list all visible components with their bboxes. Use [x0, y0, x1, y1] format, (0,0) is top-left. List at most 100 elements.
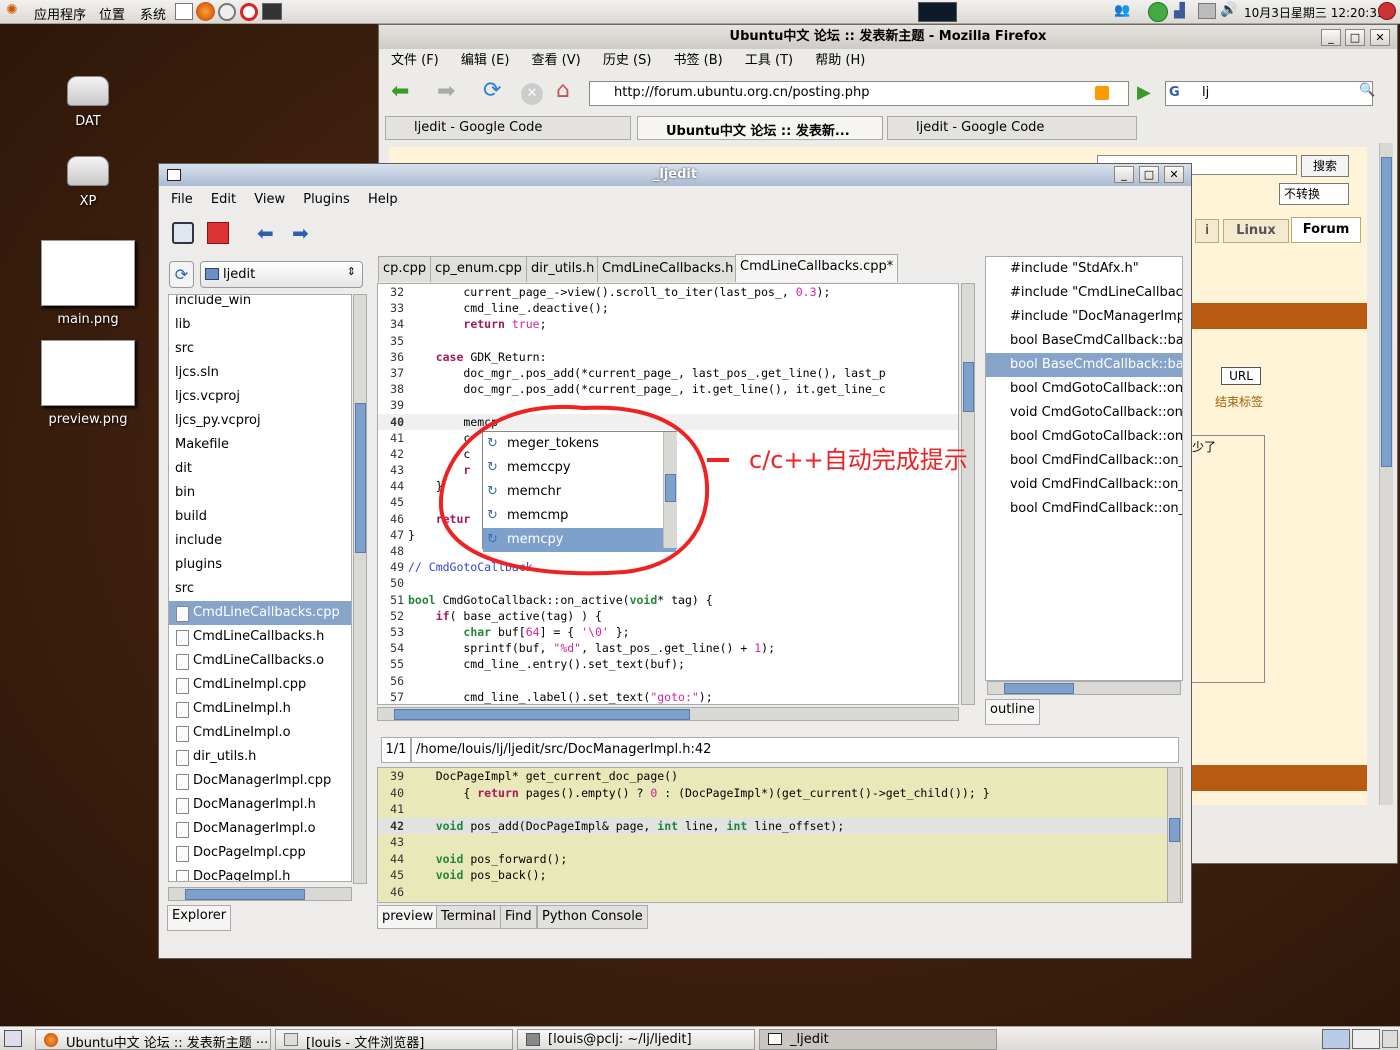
outline-item[interactable]: #include "DocManagerImpl	[986, 305, 1182, 329]
preview-scrollbar[interactable]	[1167, 767, 1181, 903]
taskbar-ljedit[interactable]: _ljedit	[759, 1029, 997, 1050]
minimize-button[interactable]: _	[1114, 166, 1134, 183]
ff-tab-1[interactable]: ljedit - Google Code	[385, 116, 631, 140]
ff-menu-view[interactable]: 查看 (V)	[532, 53, 581, 68]
outline-hscrollbar[interactable]	[987, 681, 1181, 695]
taskbar-terminal[interactable]: [louis@pclj: ~/lj/ljedit]	[517, 1029, 755, 1050]
editor-tab-cmdlinecallbacks-cpp[interactable]: CmdLineCallbacks.cpp*	[735, 254, 899, 282]
clock-launcher-icon[interactable]	[218, 3, 236, 21]
tree-folder-item[interactable]: ljcs.sln	[169, 361, 351, 385]
outline-item[interactable]: bool BaseCmdCallback::bas	[986, 353, 1182, 377]
tree-folder-item[interactable]: src	[169, 577, 351, 601]
tree-file-item[interactable]: CmdLineCallbacks.h	[169, 625, 351, 649]
print-icon[interactable]	[172, 222, 194, 244]
tab-preview[interactable]: preview	[377, 905, 439, 929]
show-desktop-icon[interactable]	[4, 1030, 22, 1047]
outline-item[interactable]: void CmdFindCallback::on_k	[986, 473, 1182, 497]
close-button[interactable]: ✕	[1370, 29, 1390, 46]
outline-item[interactable]: void CmdGotoCallback::on_	[986, 401, 1182, 425]
taskbar-firefox[interactable]: Ubuntu中文 论坛 :: 发表新主题 ···	[35, 1029, 271, 1050]
maximize-button[interactable]: □	[1139, 166, 1159, 183]
menu-help[interactable]: Help	[368, 192, 398, 207]
user-icon[interactable]: 👥	[1114, 3, 1130, 18]
taskbar-file-browser[interactable]: [louis - 文件浏览器]	[275, 1029, 513, 1050]
forum-nav-tab-linux[interactable]: Linux	[1223, 219, 1289, 243]
tree-folder-item[interactable]: plugins	[169, 553, 351, 577]
menu-plugins[interactable]: Plugins	[303, 192, 350, 207]
url-input[interactable]: http://forum.ubuntu.org.cn/posting.php	[589, 81, 1129, 106]
google-icon[interactable]: G	[1169, 85, 1180, 100]
scroll-thumb[interactable]	[1004, 683, 1074, 694]
desktop-icon-preview-png[interactable]: preview.png	[38, 340, 138, 427]
maximize-button[interactable]: □	[1345, 29, 1365, 46]
menu-system[interactable]: 系统	[140, 4, 166, 23]
tree-vscrollbar[interactable]	[353, 294, 367, 884]
post-textarea[interactable]: 少了	[1189, 435, 1265, 683]
tree-folder-item[interactable]: lib	[169, 313, 351, 337]
tree-folder-item[interactable]: ljcs.vcproj	[169, 385, 351, 409]
menu-edit[interactable]: Edit	[211, 192, 236, 207]
convert-select[interactable]: 不转换	[1279, 183, 1349, 205]
shutdown-icon[interactable]	[1378, 2, 1396, 20]
explorer-root-combo[interactable]: ljedit ⇕	[200, 261, 363, 288]
help-launcher-icon[interactable]	[240, 3, 258, 21]
outline-item[interactable]: bool CmdFindCallback::on_a	[986, 449, 1182, 473]
workspace-1[interactable]	[1322, 1029, 1350, 1049]
system-monitor-icon[interactable]	[918, 2, 957, 22]
ff-menu-help[interactable]: 帮助 (H)	[815, 53, 865, 68]
ubuntu-logo-icon[interactable]: ✺	[6, 2, 18, 18]
desktop-icon-main-png[interactable]: main.png	[38, 240, 138, 327]
back-arrow-icon[interactable]: ⬅	[391, 81, 409, 103]
volume-icon[interactable]: 🔊	[1220, 2, 1237, 18]
exit-icon[interactable]	[207, 222, 229, 244]
forum-nav-tab-forum[interactable]: Forum	[1291, 217, 1361, 243]
tree-file-item[interactable]: CmdLineCallbacks.cpp	[169, 601, 351, 625]
outline-tab[interactable]: outline	[985, 699, 1040, 725]
back-arrow-icon[interactable]: ⬅	[257, 222, 279, 244]
ff-tab-2[interactable]: Ubuntu中文 论坛 :: 发表新...	[637, 116, 883, 140]
menu-file[interactable]: File	[171, 192, 193, 207]
tree-file-item[interactable]: CmdLineCallbacks.o	[169, 649, 351, 673]
editor-tab-cmdlinecallbacks-h[interactable]: CmdLineCallbacks.h	[597, 256, 739, 282]
stop-icon[interactable]: ✕	[521, 83, 543, 105]
outline-item[interactable]: bool CmdFindCallback::on_k	[986, 497, 1182, 521]
scroll-thumb[interactable]	[185, 889, 305, 900]
menu-applications[interactable]: 应用程序	[34, 4, 86, 23]
rss-icon[interactable]	[1095, 86, 1109, 100]
tree-hscrollbar[interactable]	[168, 887, 352, 901]
ff-menu-edit[interactable]: 编辑 (E)	[461, 53, 510, 68]
tree-folder-item[interactable]: src	[169, 337, 351, 361]
tree-file-item[interactable]: CmdLineImpl.cpp	[169, 673, 351, 697]
ff-menu-tools[interactable]: 工具 (T)	[745, 53, 793, 68]
forum-search-button[interactable]: 搜索	[1301, 155, 1349, 177]
forward-arrow-icon[interactable]: ➡	[437, 81, 455, 103]
window-menu-icon[interactable]	[167, 169, 181, 181]
text-editor-launcher-icon[interactable]	[175, 3, 193, 20]
code-hscrollbar[interactable]	[377, 707, 959, 721]
printer-icon[interactable]	[1198, 3, 1216, 19]
code-vscrollbar[interactable]	[961, 283, 975, 705]
tree-folder-item[interactable]: ljcs_py.vcproj	[169, 409, 351, 433]
url-bbcode-button[interactable]: URL	[1221, 367, 1261, 385]
tree-folder-item[interactable]: bin	[169, 481, 351, 505]
tree-folder-item[interactable]: dit	[169, 457, 351, 481]
minimize-button[interactable]: _	[1321, 29, 1341, 46]
search-magnifier-icon[interactable]: 🔍	[1359, 83, 1375, 98]
ff-menu-history[interactable]: 历史 (S)	[603, 53, 652, 68]
scroll-thumb[interactable]	[1169, 818, 1180, 842]
outline-item[interactable]: bool CmdGotoCallback::on_	[986, 377, 1182, 401]
editor-tab-cp-enum[interactable]: cp_enum.cpp	[430, 256, 527, 282]
outline-item[interactable]: #include "CmdLineCallback	[986, 281, 1182, 305]
update-notifier-icon[interactable]	[1148, 2, 1168, 22]
tree-folder-item[interactable]: build	[169, 505, 351, 529]
tree-file-item[interactable]: CmdLineImpl.h	[169, 697, 351, 721]
scroll-thumb[interactable]	[1381, 157, 1392, 467]
terminal-launcher-icon[interactable]	[262, 3, 282, 20]
explorer-tab[interactable]: Explorer	[167, 905, 232, 931]
workspace-2[interactable]	[1352, 1029, 1380, 1049]
tab-python-console[interactable]: Python Console	[537, 905, 648, 929]
trash-icon[interactable]	[1382, 1030, 1398, 1048]
network-icon[interactable]: ▟	[1174, 3, 1185, 19]
menu-view[interactable]: View	[254, 192, 285, 207]
forum-nav-tab-i[interactable]: i	[1195, 219, 1219, 243]
